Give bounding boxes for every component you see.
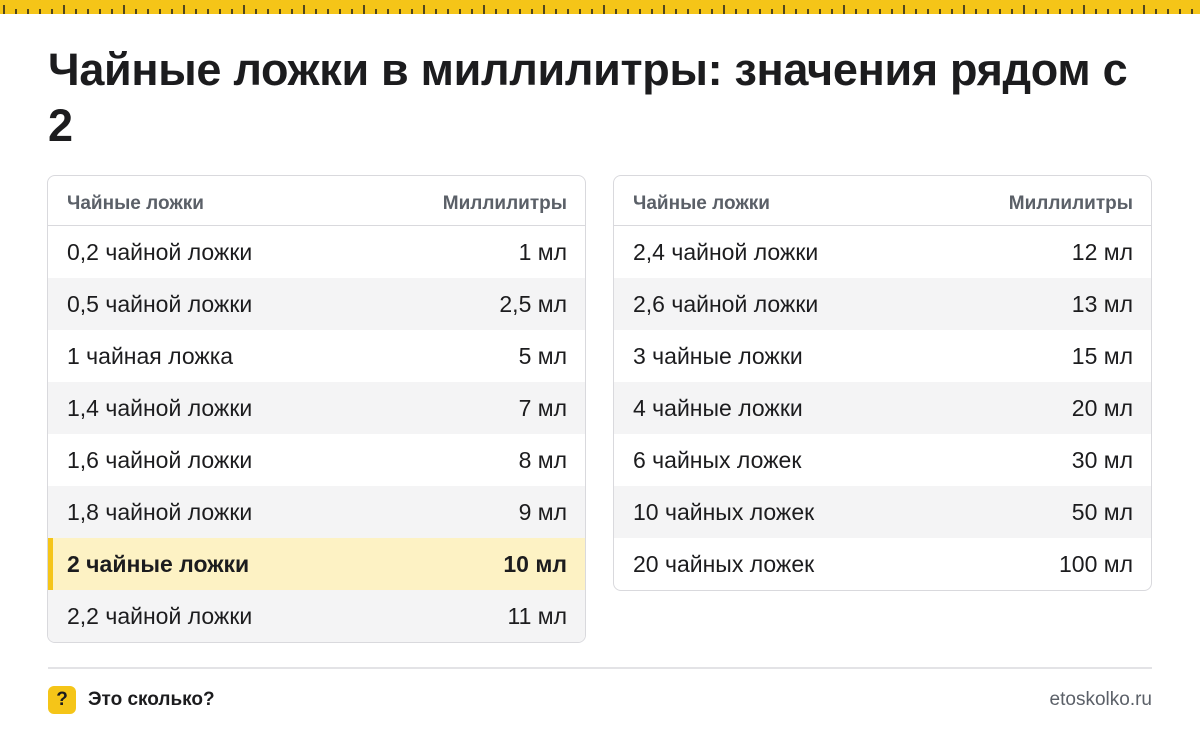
teaspoons-cell: 1,8 чайной ложки bbox=[67, 498, 253, 525]
table-header: Чайные ложки Миллилитры bbox=[614, 176, 1151, 226]
table-row: 0,2 чайной ложки 1 мл bbox=[48, 226, 585, 278]
teaspoons-cell: 6 чайных ложек bbox=[633, 446, 802, 473]
table-row: 1,6 чайной ложки 8 мл bbox=[48, 434, 585, 486]
teaspoons-cell: 10 чайных ложек bbox=[633, 498, 815, 525]
teaspoons-cell: 1,6 чайной ложки bbox=[67, 446, 253, 473]
teaspoons-cell: 1 чайная ложка bbox=[67, 342, 234, 369]
teaspoons-cell: 2,2 чайной ложки bbox=[67, 602, 253, 629]
milliliters-cell: 8 мл bbox=[518, 446, 567, 473]
teaspoons-cell: 2 чайные ложки bbox=[67, 550, 250, 577]
milliliters-cell: 2,5 мл bbox=[499, 290, 567, 317]
milliliters-cell: 12 мл bbox=[1071, 238, 1133, 265]
teaspoons-cell: 4 чайные ложки bbox=[633, 394, 803, 421]
teaspoons-cell: 1,4 чайной ложки bbox=[67, 394, 253, 421]
question-mark-icon: ? bbox=[48, 686, 76, 714]
teaspoons-cell: 3 чайные ложки bbox=[633, 342, 803, 369]
milliliters-cell: 30 мл bbox=[1071, 446, 1133, 473]
milliliters-cell: 50 мл bbox=[1071, 498, 1133, 525]
table-row: 6 чайных ложек 30 мл bbox=[614, 434, 1151, 486]
table-row: 1,4 чайной ложки 7 мл bbox=[48, 382, 585, 434]
table-header: Чайные ложки Миллилитры bbox=[48, 176, 585, 226]
milliliters-cell: 100 мл bbox=[1059, 550, 1133, 577]
teaspoons-cell: 2,6 чайной ложки bbox=[633, 290, 819, 317]
page-title: Чайные ложки в миллилитры: значения рядо… bbox=[48, 44, 1128, 151]
table-row: 2,6 чайной ложки 13 мл bbox=[614, 278, 1151, 330]
footer-divider bbox=[48, 667, 1152, 669]
table-row: 1 чайная ложка 5 мл bbox=[48, 330, 585, 382]
table-row: 0,5 чайной ложки 2,5 мл bbox=[48, 278, 585, 330]
conversion-table-right: Чайные ложки Миллилитры 2,4 чайной ложки… bbox=[613, 175, 1152, 591]
milliliters-cell: 15 мл bbox=[1071, 342, 1133, 369]
header-teaspoons: Чайные ложки bbox=[67, 192, 204, 214]
footer-brand: Это сколько? bbox=[88, 689, 215, 710]
teaspoons-cell: 0,2 чайной ложки bbox=[67, 238, 253, 265]
table-body: 2,4 чайной ложки 12 мл 2,6 чайной ложки 13 … bbox=[614, 226, 1151, 590]
milliliters-cell: 11 мл bbox=[507, 602, 568, 629]
ruler-ticks bbox=[3, 5, 1193, 14]
milliliters-cell: 20 мл bbox=[1071, 394, 1133, 421]
table-row: 1,8 чайной ложки 9 мл bbox=[48, 486, 585, 538]
teaspoons-cell: 0,5 чайной ложки bbox=[67, 290, 253, 317]
header-milliliters: Миллилитры bbox=[1008, 192, 1133, 214]
table-row: 3 чайные ложки 15 мл bbox=[614, 330, 1151, 382]
table-row: 2,4 чайной ложки 12 мл bbox=[614, 226, 1151, 278]
table-row: 4 чайные ложки 20 мл bbox=[614, 382, 1151, 434]
milliliters-cell: 1 мл bbox=[518, 238, 567, 265]
table-row: 20 чайных ложек 100 мл bbox=[614, 538, 1151, 590]
header-teaspoons: Чайные ложки bbox=[633, 192, 770, 214]
table-row: 2,2 чайной ложки 11 мл bbox=[48, 590, 585, 642]
footer-site-link[interactable]: etoskolko.ru bbox=[1050, 689, 1152, 711]
milliliters-cell: 9 мл bbox=[518, 498, 567, 525]
table-row-highlighted: 2 чайные ложки 10 мл bbox=[48, 538, 585, 590]
logo-glyph: ? bbox=[56, 689, 68, 710]
milliliters-cell: 5 мл bbox=[518, 342, 567, 369]
conversion-table-left: Чайные ложки Миллилитры 0,2 чайной ложки… bbox=[47, 175, 586, 643]
table-body: 0,2 чайной ложки 1 мл 0,5 чайной ложки 2,5 … bbox=[48, 226, 585, 642]
teaspoons-cell: 2,4 чайной ложки bbox=[633, 238, 819, 265]
milliliters-cell: 10 мл bbox=[503, 550, 567, 577]
teaspoons-cell: 20 чайных ложек bbox=[633, 550, 815, 577]
ruler-strip bbox=[0, 0, 1200, 14]
header-milliliters: Миллилитры bbox=[442, 192, 567, 214]
table-row: 10 чайных ложек 50 мл bbox=[614, 486, 1151, 538]
milliliters-cell: 7 мл bbox=[518, 394, 567, 421]
milliliters-cell: 13 мл bbox=[1071, 290, 1133, 317]
